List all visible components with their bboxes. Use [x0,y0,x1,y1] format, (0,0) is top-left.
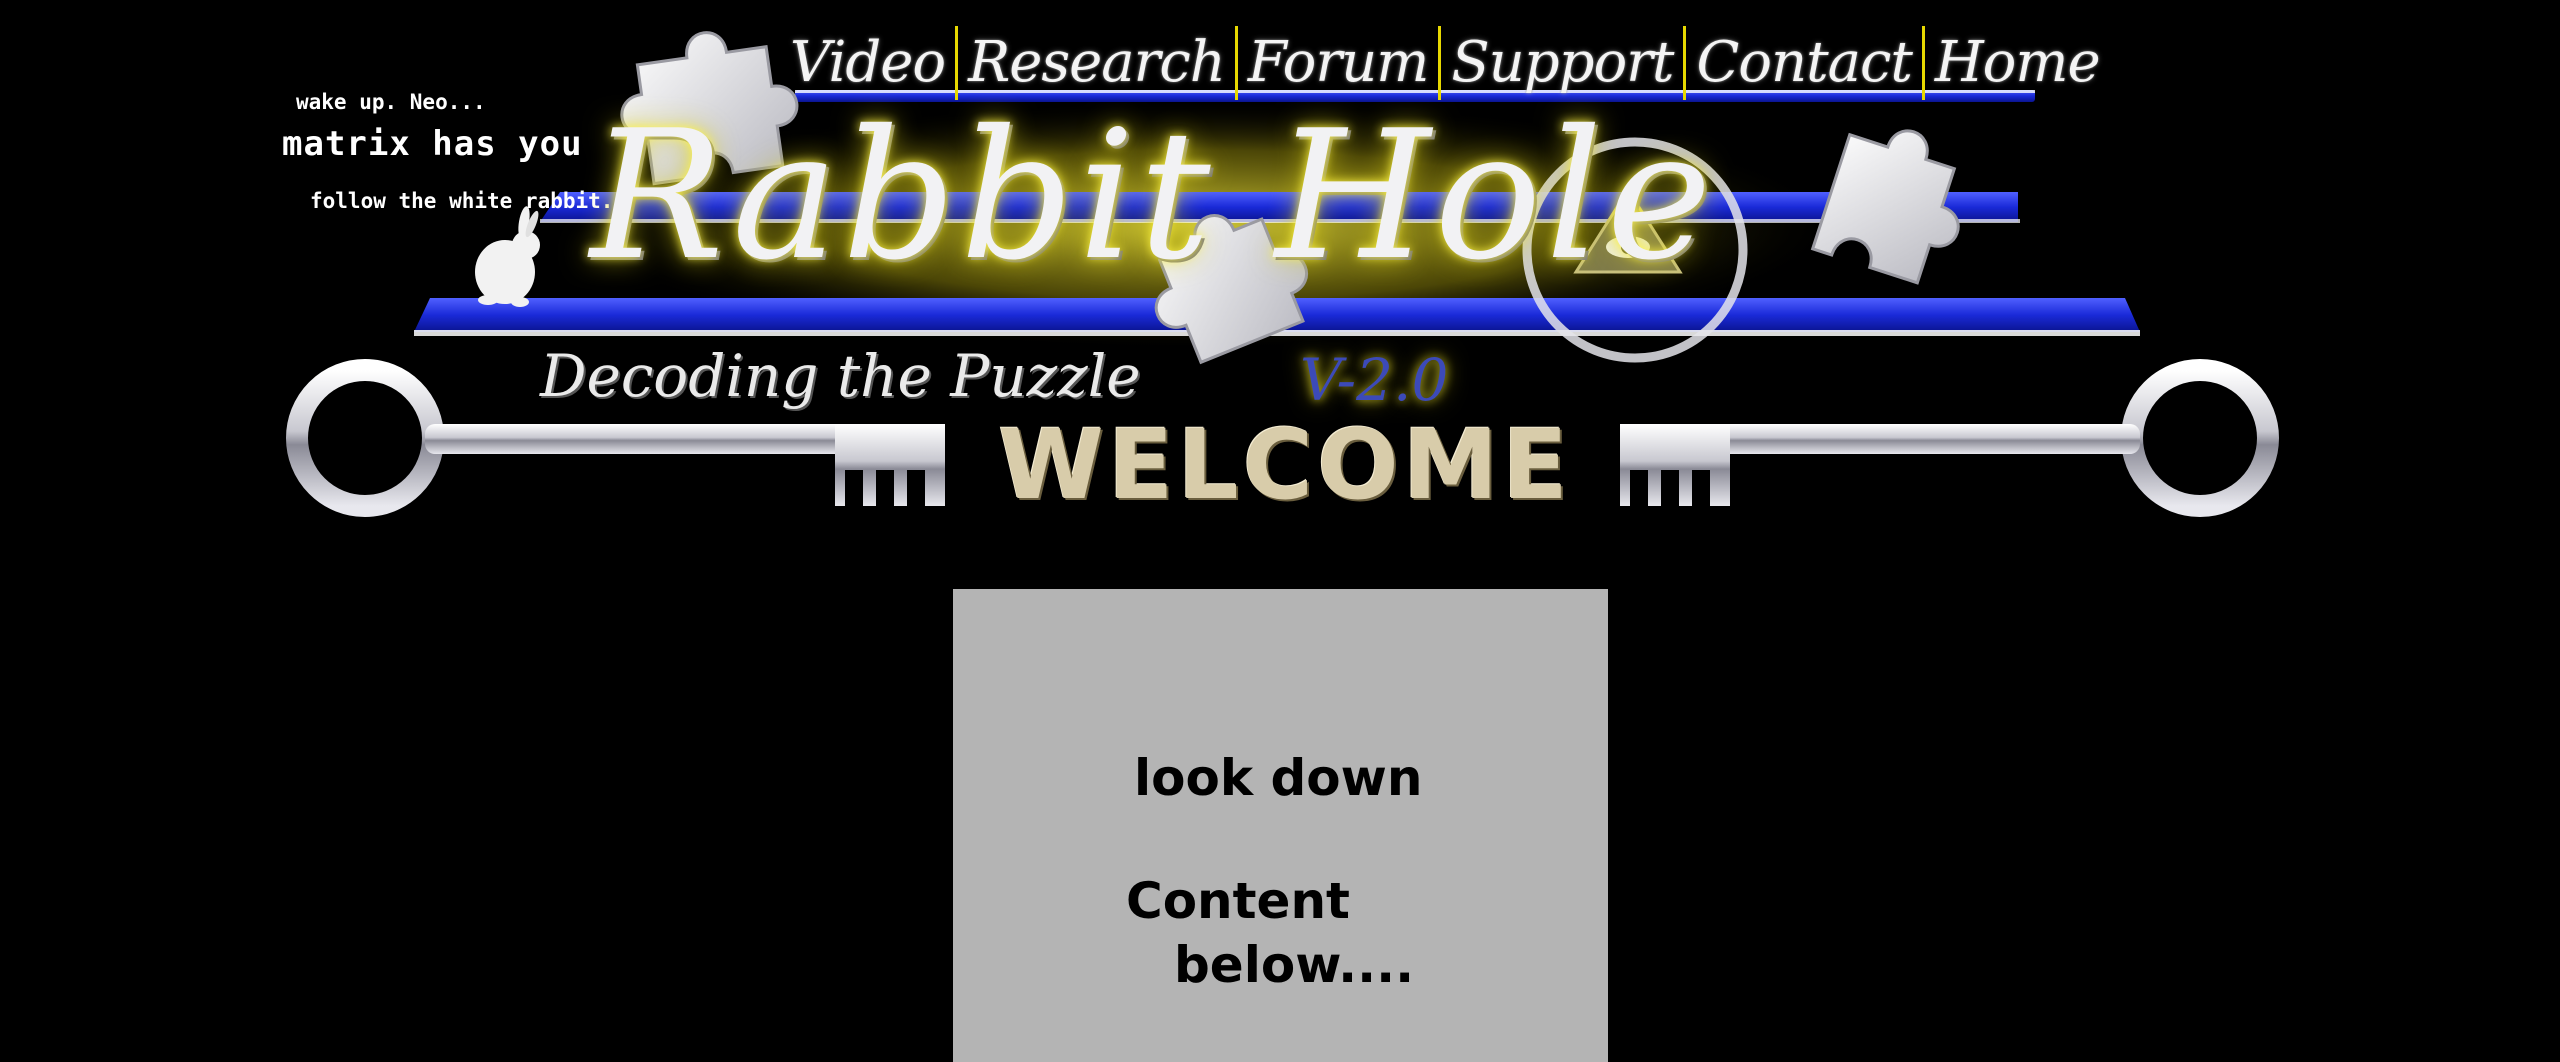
main-nav: Video Research Forum Support Contact Hom… [780,26,2110,100]
content-text: Content [1126,872,1350,930]
site-subtitle: Decoding the Puzzle [540,342,1141,410]
tagline-follow: follow the white rabbit. [310,189,614,213]
rabbit-icon [475,206,540,307]
nav-home[interactable]: Home [1925,28,2110,98]
nav-forum[interactable]: Forum [1238,28,1438,98]
tagline-matrix: matrix has you [282,124,583,164]
version-label: V-2.0 [1300,346,1449,414]
tagline-wake-up: wake up. Neo... [296,90,486,114]
nav-video[interactable]: Video [780,28,955,98]
welcome-heading: WELCOME [998,409,1572,521]
below-text: below.... [1174,936,1415,994]
content-box: look down Content below.... [953,589,1608,1062]
nav-contact[interactable]: Contact [1686,28,1921,98]
site-title: Rabbit Hole [590,92,1716,299]
look-down-text: look down [1134,749,1423,807]
nav-support[interactable]: Support [1441,28,1683,98]
key-icon [1620,359,2279,517]
nav-research[interactable]: Research [958,28,1235,98]
header-banner: wake up. Neo... matrix has you follow th… [0,0,2560,560]
